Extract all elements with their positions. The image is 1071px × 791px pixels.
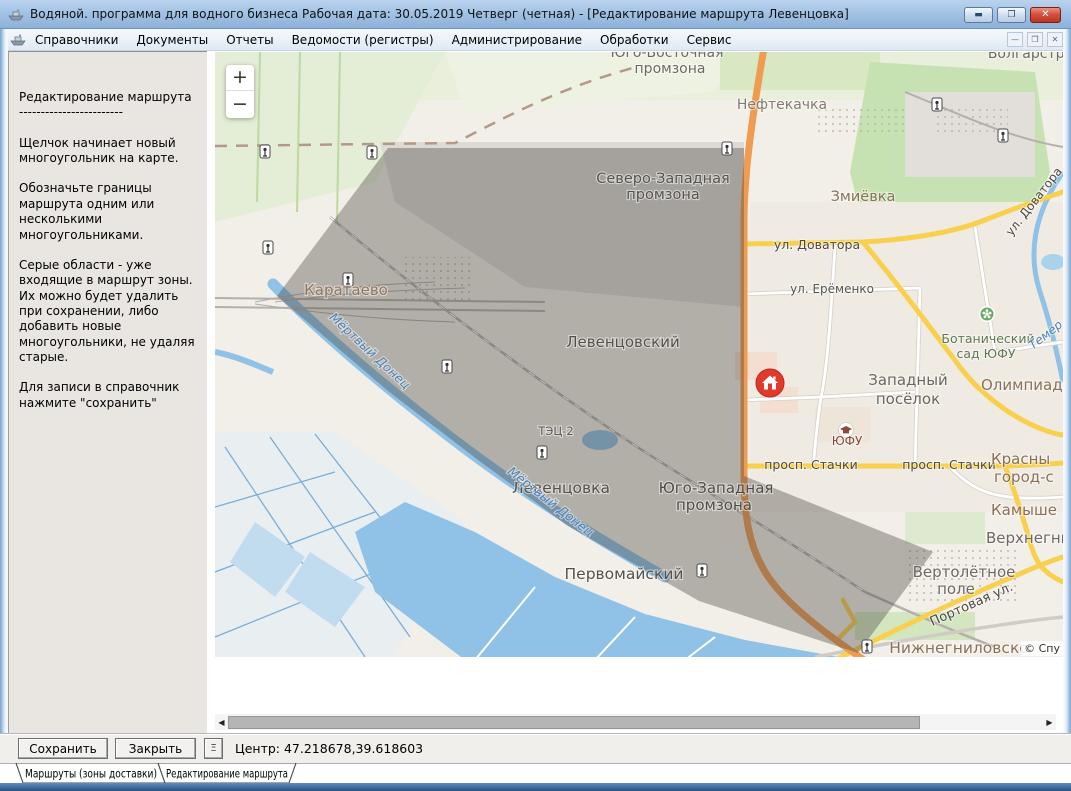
menu-item-processing[interactable]: Обработки <box>591 31 678 49</box>
map-label: город-с <box>994 468 1054 486</box>
map-label: промзона <box>626 187 699 203</box>
map-label: Западный <box>868 371 948 389</box>
map-label: промзона <box>635 61 706 77</box>
scroll-right-arrow-icon[interactable]: ▶ <box>1043 714 1056 730</box>
app-window: Водяной. программа для водного бизнеса Р… <box>0 0 1071 791</box>
menu-item-registers[interactable]: Ведомости (регистры) <box>283 31 443 49</box>
tab-routes-list[interactable]: Маршруты (зоны доставки) <box>16 763 165 783</box>
map-label: промзона <box>676 496 752 514</box>
scroll-left-arrow-icon[interactable]: ◀ <box>215 714 228 730</box>
menu-bar: Справочники Документы Отчеты Ведомости (… <box>0 29 1071 51</box>
map-label: Волгарстрой <box>988 52 1063 62</box>
bottom-tabs: Маршруты (зоны доставки) Редактирование … <box>0 763 1071 783</box>
window-title: Водяной. программа для водного бизнеса Р… <box>30 7 849 21</box>
child-restore-icon: ❐ <box>1031 36 1038 44</box>
map-center-coordinates: Центр: 47.218678,39.618603 <box>235 741 423 756</box>
map-attribution: © Спу <box>1021 641 1063 656</box>
map-image[interactable]: Юго-ВосточнаяпромзонаВолгарстройНефтекач… <box>215 52 1063 657</box>
map-label: просп. Стачки <box>764 457 857 472</box>
app-icon <box>8 8 24 21</box>
child-minimize-icon: — <box>1011 36 1019 44</box>
route-marker-icon[interactable] <box>756 369 784 397</box>
menu-item-directories[interactable]: Справочники <box>26 31 127 49</box>
scrollbar-thumb[interactable] <box>228 716 920 729</box>
instructions-panel: Редактирование маршрута ----------------… <box>8 51 207 733</box>
zoom-in-button[interactable]: + <box>226 65 254 91</box>
menu-item-administration[interactable]: Администрирование <box>443 31 591 49</box>
title-bar: Водяной. программа для водного бизнеса Р… <box>0 0 1071 29</box>
map-label: ТЭЦ-2 <box>537 424 573 438</box>
map-label: посёлок <box>876 390 940 408</box>
horizontal-scrollbar[interactable]: ◀ ▶ <box>215 714 1056 730</box>
bottom-toolbar: Сохранить Закрыть Ξ Центр: 47.218678,39.… <box>0 733 1071 763</box>
map-label: Юго-Восточная <box>610 52 723 61</box>
tab-route-editing[interactable]: Редактирование маршрута <box>158 763 296 783</box>
map-label: Верхнегнил <box>986 529 1063 547</box>
map-label: поле <box>937 580 975 598</box>
close-button[interactable]: ✕ <box>1030 7 1061 23</box>
close-icon: ✕ <box>1041 10 1049 20</box>
window-border-right <box>1063 29 1071 783</box>
map-label: ул. Доватора <box>774 237 860 252</box>
map-label: Камыше <box>991 501 1057 519</box>
restore-icon: ❐ <box>1007 11 1015 20</box>
map-label: Вертолётное <box>913 563 1016 581</box>
close-form-button[interactable]: Закрыть <box>115 738 196 759</box>
map-label: просп. Стачки <box>902 457 995 472</box>
zoom-out-button[interactable]: − <box>226 91 254 117</box>
child-restore-button[interactable]: ❐ <box>1027 32 1043 47</box>
minimize-button[interactable]: ▬ <box>964 7 993 23</box>
map-label: ЮФУ <box>832 434 863 448</box>
map-label: сад ЮФУ <box>956 346 1015 361</box>
instructions-paragraph: Серые области - уже входящие в маршрут з… <box>19 258 195 366</box>
map-zoom-control: + − <box>226 65 254 118</box>
instructions-title: Редактирование маршрута <box>19 90 195 105</box>
map-label: Юго-Западная <box>659 479 774 497</box>
map-label: Змиёвка <box>831 189 896 205</box>
tab-route-editing-label: Редактирование маршрута <box>166 767 288 781</box>
garden-icon <box>979 306 995 322</box>
window-border-left <box>0 29 8 783</box>
map-label: Нефтекачка <box>737 97 827 113</box>
map-label: Нижнегниловско <box>889 639 1029 657</box>
menu-item-service[interactable]: Сервис <box>678 31 741 49</box>
map-canvas[interactable]: Юго-ВосточнаяпромзонаВолгарстройНефтекач… <box>215 52 1063 713</box>
child-close-button[interactable]: ✕ <box>1047 32 1063 47</box>
child-minimize-button[interactable]: — <box>1007 32 1023 47</box>
instructions-paragraph: Щелчок начинает новый многоугольник на к… <box>19 136 195 167</box>
map-label: Красны <box>991 450 1050 468</box>
window-border-bottom <box>0 783 1071 791</box>
map-label: Каратаево <box>304 281 388 299</box>
menu-item-reports[interactable]: Отчеты <box>217 31 282 49</box>
menu-app-icon <box>10 33 26 46</box>
restore-button[interactable]: ❐ <box>997 7 1026 23</box>
map-label: ул. Ерёменко <box>790 282 874 296</box>
map-label: Левенцовский <box>566 333 679 351</box>
child-close-icon: ✕ <box>1052 36 1059 44</box>
save-button[interactable]: Сохранить <box>18 738 108 759</box>
tab-routes-label: Маршруты (зоны доставки) <box>25 767 157 781</box>
list-menu-button[interactable]: Ξ <box>204 738 223 759</box>
map-label: Северо-Западная <box>596 171 729 187</box>
instructions-divider: ------------------------ <box>19 105 195 120</box>
instructions-paragraph: Обозначьте границы маршрута одним или не… <box>19 181 195 242</box>
menu-item-documents[interactable]: Документы <box>127 31 217 49</box>
map-label: Олимпиадо <box>981 376 1063 394</box>
map-label: Первомайский <box>565 565 684 583</box>
map-label: Ботанический <box>941 331 1034 346</box>
minimize-icon: ▬ <box>974 11 983 20</box>
instructions-paragraph: Для записи в справочник нажмите "сохрани… <box>19 380 195 411</box>
workspace: Редактирование маршрута ----------------… <box>8 51 1063 733</box>
